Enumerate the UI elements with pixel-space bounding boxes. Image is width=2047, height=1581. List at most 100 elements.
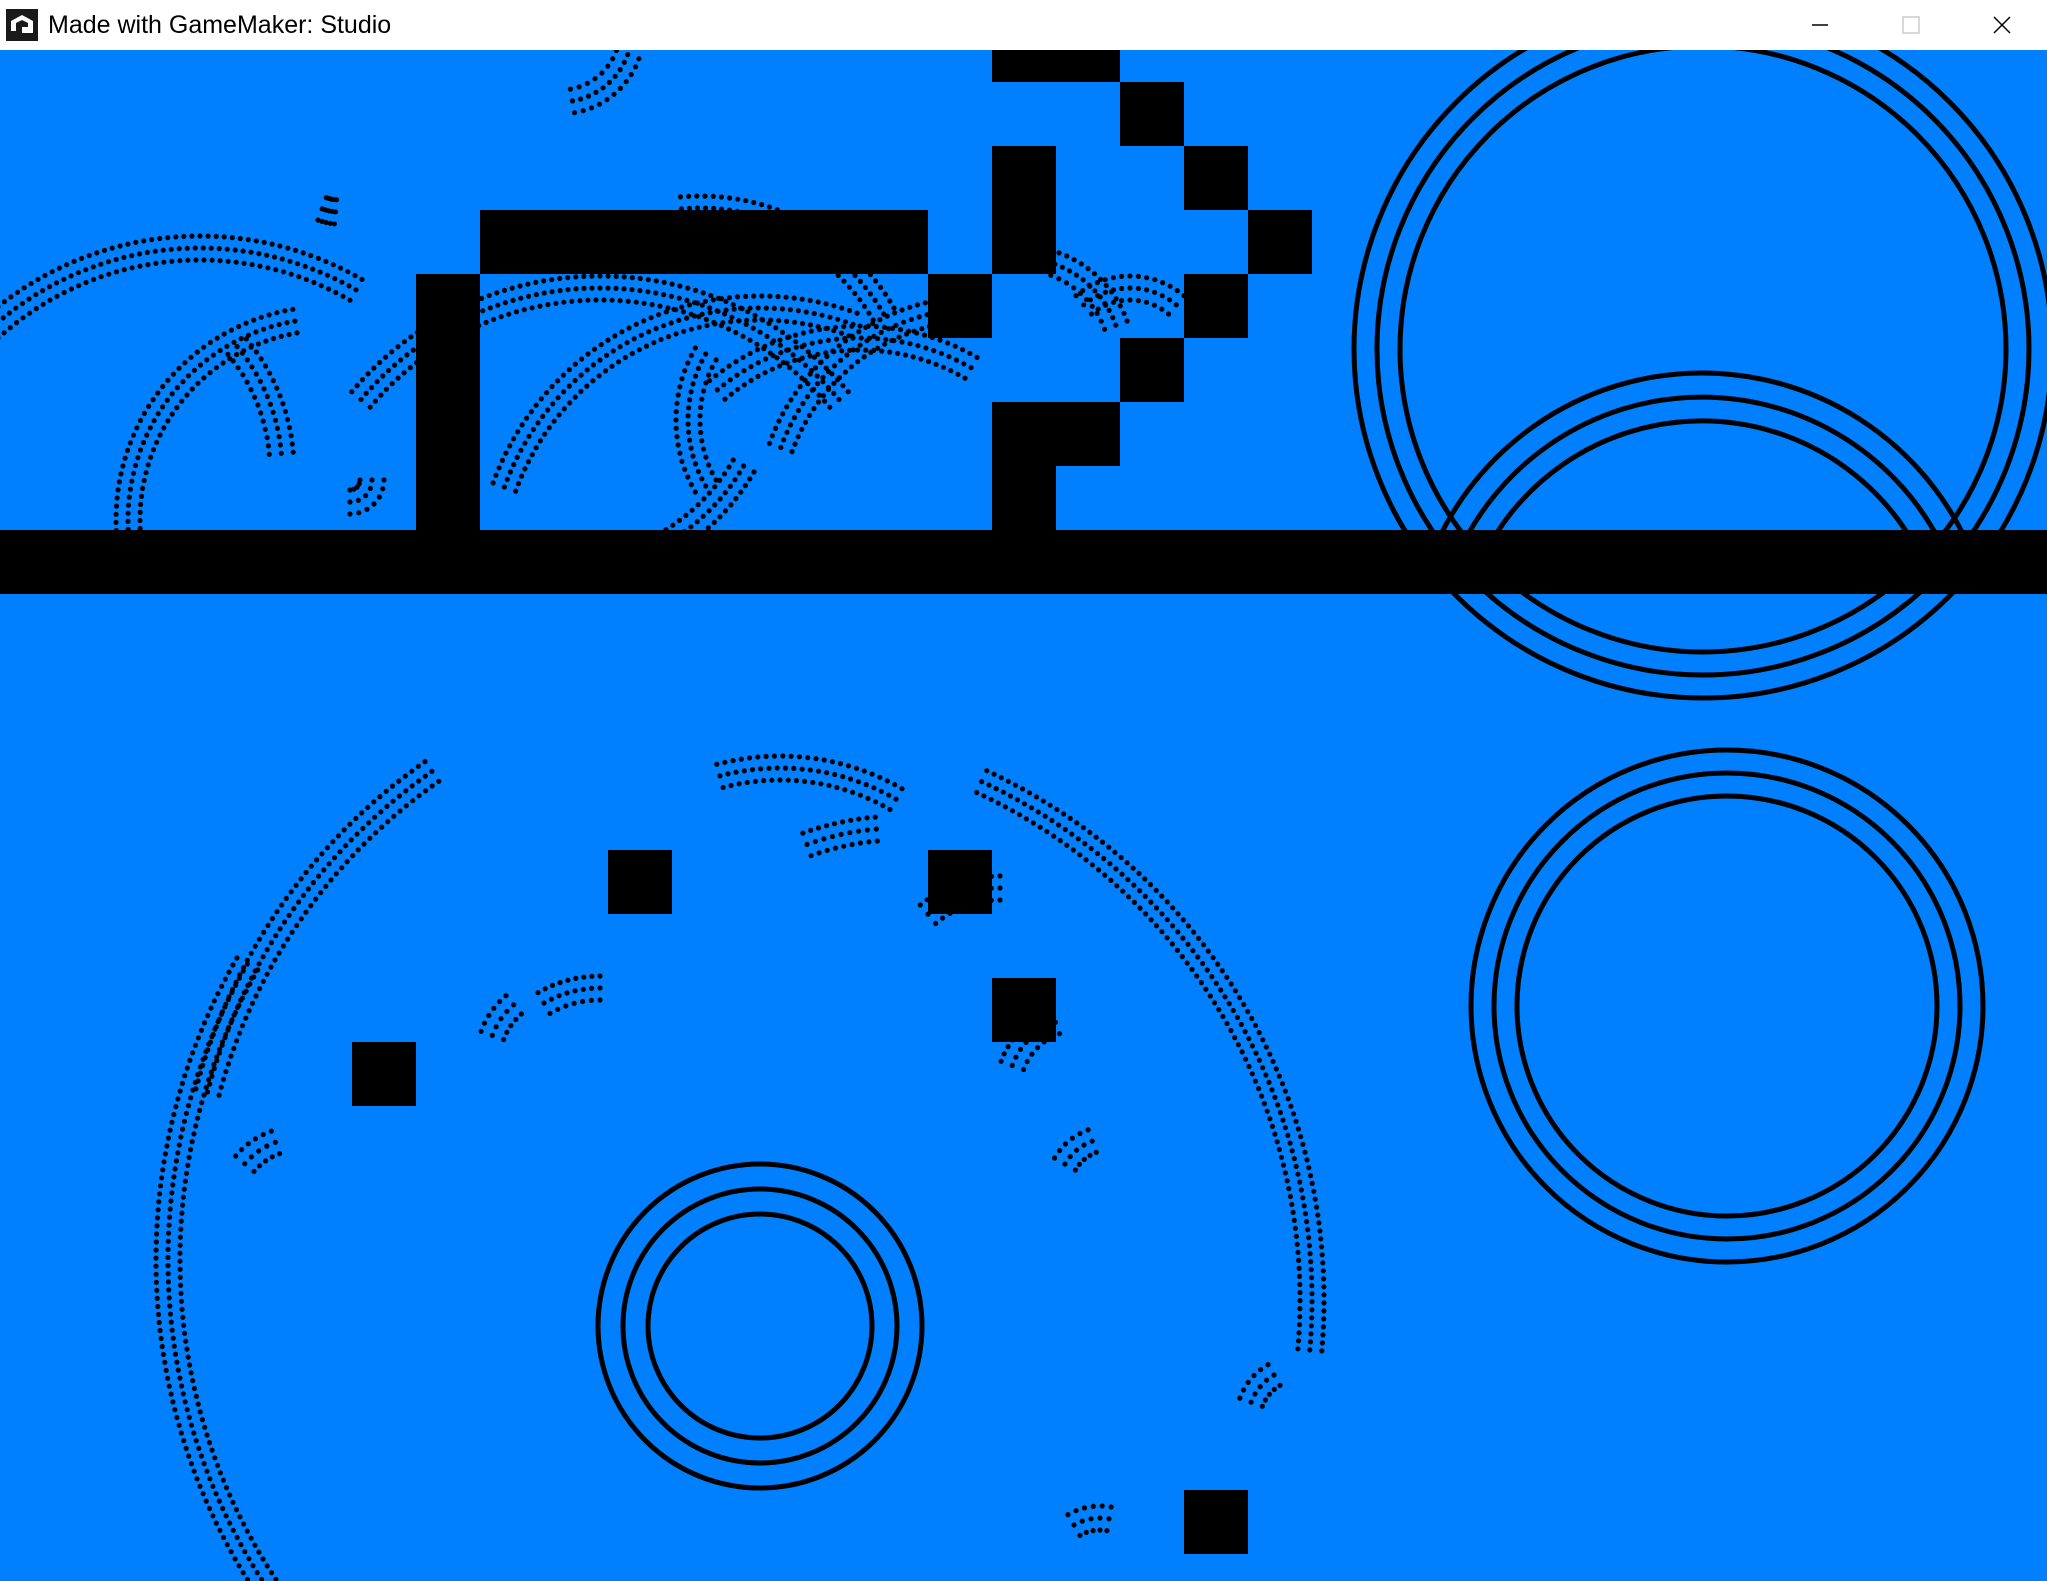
game-canvas[interactable]	[0, 50, 2047, 1581]
trail-dot	[204, 1432, 210, 1438]
trail-dot	[1021, 1025, 1027, 1031]
trail-dot	[815, 768, 822, 774]
trail-dot	[1306, 1235, 1312, 1241]
trail-dot	[176, 1142, 182, 1148]
trail-dot	[533, 292, 540, 298]
trail-dot	[288, 271, 294, 277]
trail-dot	[747, 337, 753, 343]
trail-dot	[1099, 1503, 1105, 1509]
trail-dot	[272, 417, 279, 423]
trail-dot	[153, 1263, 159, 1269]
trail-dot	[669, 281, 675, 287]
trail-dot	[995, 800, 1001, 806]
close-button[interactable]	[1956, 0, 2047, 50]
trail-dot	[1290, 1111, 1297, 1117]
trail-dot	[736, 221, 742, 227]
trail-dot	[1293, 1118, 1299, 1124]
trail-dot	[638, 332, 645, 338]
trail-dot	[1307, 1339, 1314, 1345]
trail-dot	[784, 429, 790, 435]
trail-dot	[1316, 1220, 1322, 1226]
trail-dot	[367, 404, 373, 410]
trail-dot	[518, 1011, 525, 1017]
trail-dot	[206, 1077, 212, 1083]
trail-dot	[695, 468, 702, 475]
trail-dot	[216, 1498, 222, 1504]
trail-dot	[779, 306, 786, 312]
trail-dot	[934, 322, 941, 328]
trail-dot	[533, 402, 539, 408]
trail-dot	[673, 409, 679, 415]
trail-dot	[1246, 1036, 1252, 1042]
trail-dot	[251, 1168, 257, 1174]
trail-dot	[1093, 1149, 1099, 1155]
trail-dot	[230, 962, 236, 968]
trail-dot	[501, 287, 508, 293]
trail-dot	[380, 486, 386, 492]
trail-dot	[1144, 275, 1150, 281]
trail-dot	[106, 271, 112, 277]
trail-dot	[857, 278, 864, 284]
trail-dot	[472, 311, 478, 317]
trail-dot	[1142, 893, 1148, 899]
trail-dot	[940, 915, 946, 921]
trail-dot	[1108, 1504, 1114, 1510]
trail-dot	[545, 407, 551, 413]
trail-dot	[581, 285, 587, 291]
trail-dot	[269, 241, 275, 247]
trail-dot	[503, 450, 509, 456]
trail-dot	[507, 469, 513, 475]
trail-dot	[677, 450, 683, 456]
trail-dot	[793, 370, 799, 376]
trail-dot	[210, 1483, 216, 1489]
trail-dot	[1253, 1050, 1259, 1056]
trail-dot	[134, 425, 140, 431]
trail-dot	[863, 324, 869, 330]
trail-dot	[696, 217, 702, 223]
trail-dot	[410, 798, 416, 804]
trail-dot	[1284, 1178, 1290, 1184]
trail-dot	[1308, 1173, 1314, 1179]
trail-dot	[180, 379, 186, 385]
trail-dot	[335, 833, 342, 839]
trail-dot	[971, 888, 977, 894]
trail-dot	[366, 820, 372, 826]
trail-dot	[506, 311, 512, 317]
trail-dot	[1081, 1156, 1087, 1162]
trail-dot	[917, 902, 923, 908]
trail-dot	[177, 258, 183, 264]
minimize-button[interactable]	[1774, 0, 1865, 50]
trail-dot	[203, 1049, 209, 1055]
trail-dot	[170, 1399, 176, 1405]
trail-dot	[1107, 861, 1113, 867]
maximize-button[interactable]	[1865, 0, 1956, 50]
trail-dot	[792, 319, 798, 325]
trail-dot	[141, 410, 147, 416]
trail-dot	[592, 76, 598, 82]
wall-block	[992, 146, 1056, 274]
trail-dot	[763, 305, 769, 311]
trail-arc	[673, 345, 719, 495]
trail-dot	[233, 982, 239, 988]
trail-dot	[768, 317, 774, 323]
trail-dot	[807, 322, 814, 328]
title-bar[interactable]: Made with GameMaker: Studio	[0, 0, 2047, 50]
trail-dot	[296, 899, 302, 905]
trail-dot	[396, 793, 402, 799]
trail-dot	[464, 302, 470, 308]
trail-dot	[279, 256, 285, 262]
trail-dot	[1264, 1377, 1270, 1383]
trail-dot	[815, 825, 822, 831]
trail-dot	[146, 403, 152, 409]
trail-dot	[686, 540, 693, 546]
trail-dot	[802, 377, 808, 383]
trail-dot	[252, 943, 258, 949]
trail-dot	[188, 1147, 194, 1153]
trail-dot	[449, 309, 455, 315]
trail-dot	[165, 418, 171, 424]
trail-dot	[318, 890, 324, 896]
trail-dot	[240, 1023, 246, 1029]
trail-dot	[1103, 302, 1109, 308]
trail-dot	[874, 838, 880, 844]
trail-dot	[621, 274, 627, 280]
